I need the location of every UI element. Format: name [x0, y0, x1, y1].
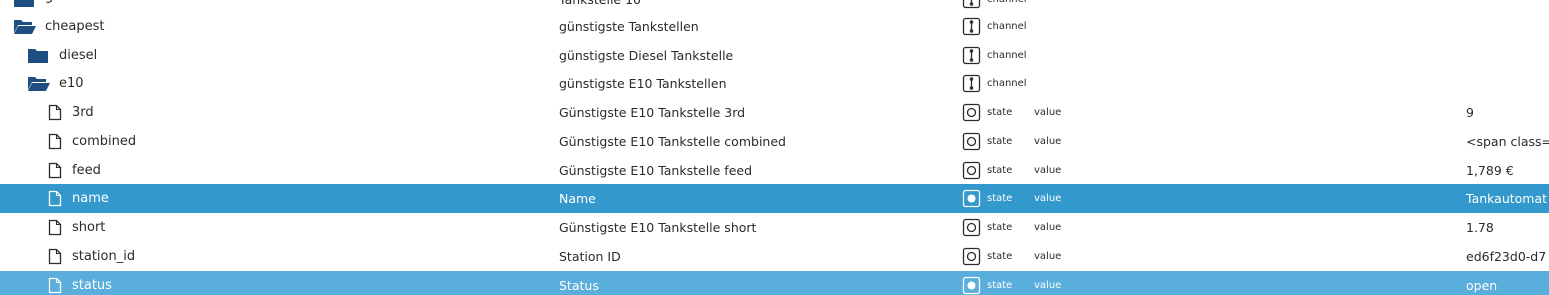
file-icon	[48, 277, 62, 294]
row-role: value	[1034, 280, 1062, 291]
tree-row-status[interactable]: status Status state value open	[0, 271, 1549, 295]
row-id: status	[72, 278, 112, 293]
folder-closed-icon	[27, 47, 49, 64]
row-name: Status	[559, 278, 599, 293]
row-id: name	[72, 191, 109, 206]
tree-row-feed[interactable]: feed Günstigste E10 Tankstelle feed stat…	[0, 156, 1549, 185]
row-name: Günstigste E10 Tankstelle combined	[559, 134, 786, 149]
tree-row-diesel[interactable]: diesel günstigste Diesel Tankstelle chan…	[0, 41, 1549, 70]
row-id: 3rd	[72, 105, 94, 120]
row-role: value	[1034, 222, 1062, 233]
row-type: state	[987, 280, 1013, 291]
row-value[interactable]: 1.78	[1466, 213, 1494, 242]
file-icon	[48, 162, 62, 179]
state-type-icon	[962, 247, 981, 266]
file-icon	[48, 104, 62, 121]
row-id: combined	[72, 134, 137, 149]
state-type-icon	[962, 218, 981, 237]
channel-type-icon	[962, 0, 981, 9]
row-id: e10	[59, 76, 84, 91]
row-name: Günstigste E10 Tankstelle feed	[559, 163, 753, 178]
tree-row-name[interactable]: name Name state value Tankautomat	[0, 184, 1549, 213]
row-type: state	[987, 222, 1013, 233]
row-type: channel	[987, 78, 1027, 89]
file-icon	[48, 133, 62, 150]
folder-open-icon	[27, 75, 51, 92]
row-role: value	[1034, 193, 1062, 204]
tree-row-combined[interactable]: combined Günstigste E10 Tankstelle combi…	[0, 127, 1549, 156]
row-name: Station ID	[559, 249, 621, 264]
row-value[interactable]: 1,789 €	[1466, 156, 1514, 185]
file-icon	[48, 190, 62, 207]
row-id: short	[72, 220, 106, 235]
row-id: feed	[72, 163, 101, 178]
row-name: günstigste E10 Tankstellen	[559, 76, 727, 91]
folder-closed-icon	[13, 0, 35, 8]
row-name: günstigste Diesel Tankstelle	[559, 48, 734, 63]
row-type: channel	[987, 21, 1027, 32]
state-type-icon	[962, 132, 981, 151]
row-type: state	[987, 165, 1013, 176]
channel-type-icon	[962, 46, 981, 65]
row-value[interactable]: Tankautomat	[1466, 184, 1547, 213]
row-value[interactable]: ed6f23d0-d7	[1466, 242, 1546, 271]
row-type: state	[987, 107, 1013, 118]
row-type: channel	[987, 50, 1027, 61]
row-value[interactable]: 9	[1466, 98, 1474, 127]
row-role: value	[1034, 165, 1062, 176]
tree-row-cheapest[interactable]: cheapest günstigste Tankstellen channel	[0, 12, 1549, 41]
state-type-icon	[962, 103, 981, 122]
channel-type-icon	[962, 74, 981, 93]
row-role: value	[1034, 136, 1062, 147]
row-type: state	[987, 251, 1013, 262]
row-name: Name	[559, 191, 596, 206]
row-id: station_id	[72, 249, 136, 264]
row-role: value	[1034, 107, 1062, 118]
row-id: diesel	[59, 48, 98, 63]
row-id: cheapest	[45, 19, 105, 34]
state-type-icon	[962, 276, 981, 295]
state-type-icon	[962, 189, 981, 208]
file-icon	[48, 248, 62, 265]
state-type-icon	[962, 161, 981, 180]
tree-row-3rd[interactable]: 3rd Günstigste E10 Tankstelle 3rd state …	[0, 98, 1549, 127]
row-name: günstigste Tankstellen	[559, 19, 699, 34]
tree-row-station-id[interactable]: station_id Station ID state value ed6f23…	[0, 242, 1549, 271]
row-type: state	[987, 136, 1013, 147]
row-value[interactable]: open	[1466, 271, 1497, 295]
channel-type-icon	[962, 17, 981, 36]
folder-open-icon	[13, 18, 37, 35]
row-value[interactable]: <span class=	[1466, 127, 1549, 156]
object-tree: 9 Tankstelle 10 channel cheapest günstig…	[0, 0, 1549, 295]
tree-row-short[interactable]: short Günstigste E10 Tankstelle short st…	[0, 213, 1549, 242]
file-icon	[48, 219, 62, 236]
row-type: state	[987, 193, 1013, 204]
row-name: Günstigste E10 Tankstelle short	[559, 220, 757, 235]
tree-row-e10[interactable]: e10 günstigste E10 Tankstellen channel	[0, 69, 1549, 98]
row-role: value	[1034, 251, 1062, 262]
row-name: Günstigste E10 Tankstelle 3rd	[559, 105, 746, 120]
